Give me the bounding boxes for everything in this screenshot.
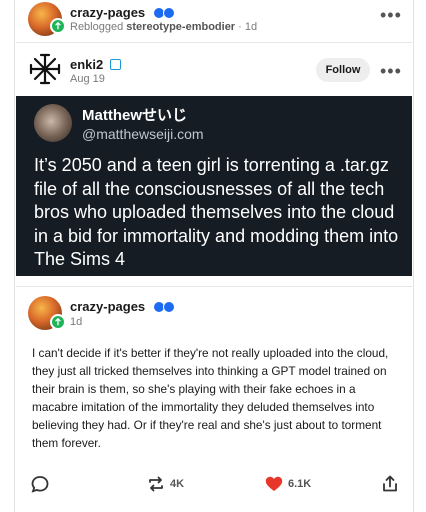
comment-icon — [31, 476, 49, 493]
reply-username[interactable]: crazy-pages — [70, 299, 145, 314]
reblog-meta: Reblogged stereotype-embodier · 1d — [70, 21, 258, 33]
verified-icon — [152, 7, 175, 19]
tweet-screenshot: Matthewせいじ @matthewseiji.com It’s 2050 a… — [16, 96, 412, 276]
like-count: 6.1K — [288, 478, 312, 490]
heart-icon — [265, 476, 283, 491]
reblog-badge-icon — [50, 18, 66, 34]
divider — [16, 286, 412, 287]
reblog-badge-icon — [50, 314, 66, 330]
like-button[interactable]: 6.1K — [264, 474, 311, 494]
tweet-author-handle: @matthewseiji.com — [82, 126, 204, 142]
reblogger-username[interactable]: crazy-pages — [70, 5, 145, 20]
asterisk-avatar-icon[interactable] — [28, 52, 62, 86]
reply-time: 1d — [70, 316, 83, 328]
reblog-count: 4K — [170, 478, 185, 490]
op-badge-icon — [109, 59, 121, 70]
comment-button[interactable] — [30, 474, 50, 494]
reblog-time: 1d — [244, 21, 258, 33]
tweet-avatar — [34, 104, 72, 142]
reblog-prefix: Reblogged — [70, 21, 124, 33]
reply-header: crazy-pages — [70, 298, 175, 316]
reblog-source[interactable]: stereotype-embodier — [126, 21, 235, 33]
verified-icon — [152, 301, 175, 313]
op-username[interactable]: enki2 — [70, 57, 103, 72]
reply-text: I can't decide if it's better if they're… — [32, 346, 389, 450]
more-options-icon[interactable]: ••• — [380, 62, 402, 80]
share-icon — [383, 475, 397, 492]
share-button[interactable] — [380, 474, 400, 494]
follow-button[interactable]: Follow — [316, 58, 370, 82]
more-options-icon[interactable]: ••• — [380, 6, 402, 24]
reblog-icon — [149, 476, 163, 492]
tweet-author-name: Matthewせいじ — [82, 107, 188, 124]
divider — [16, 42, 412, 43]
tweet-text: It’s 2050 and a teen girl is torrenting … — [34, 155, 399, 269]
reblog-button[interactable]: 4K — [146, 474, 184, 494]
reblogger-header: crazy-pages — [70, 4, 175, 22]
op-date: Aug 19 — [70, 73, 105, 85]
op-header: enki2 — [70, 56, 121, 74]
